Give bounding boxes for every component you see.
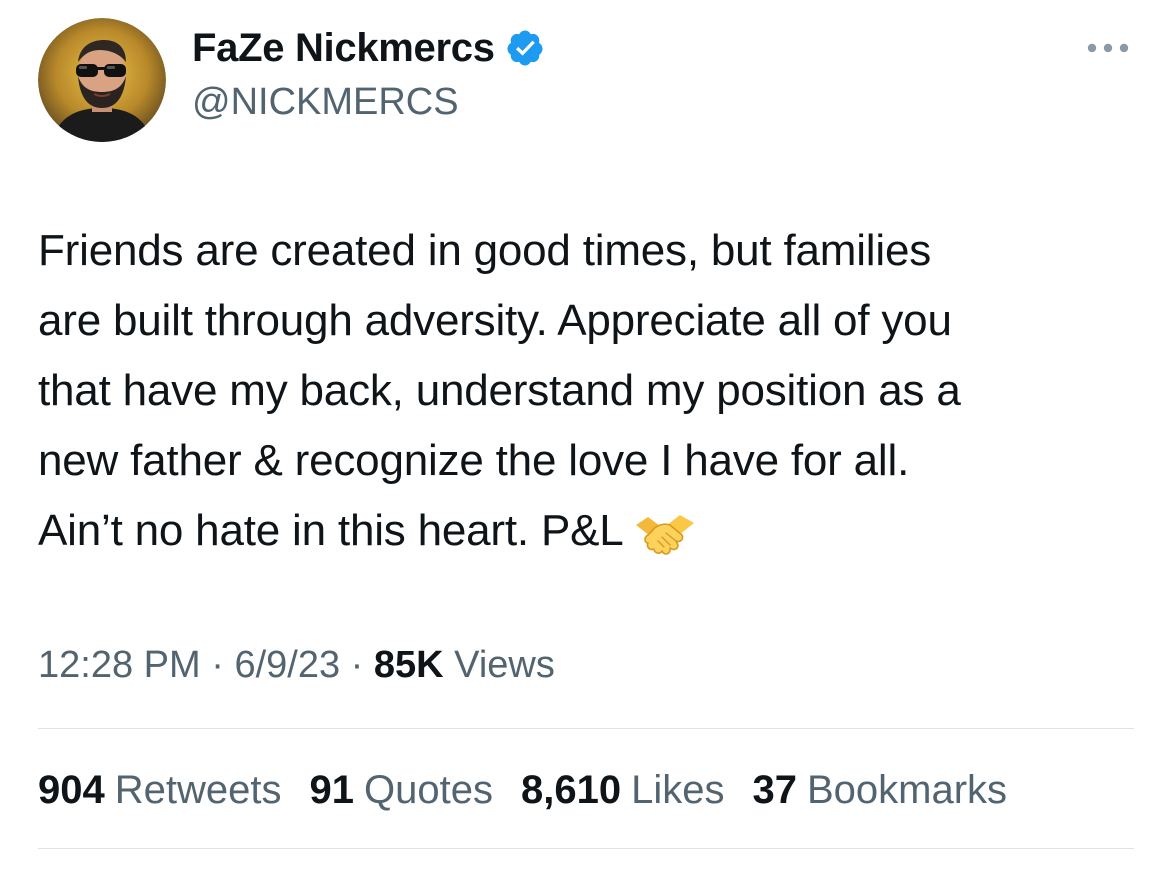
avatar-image [38, 18, 166, 142]
author-display-name-row: FaZe Nickmercs [192, 26, 545, 70]
tweet-text-line-last: Ain’t no hate in this heart. P&L [38, 496, 1138, 566]
quotes-count: 91 [309, 768, 355, 812]
author-display-name[interactable]: FaZe Nickmercs [192, 26, 495, 70]
more-options-button[interactable] [1082, 36, 1134, 60]
verified-badge-icon [505, 28, 545, 68]
tweet-meta: 12:28 PM · 6/9/23 · 85K Views [38, 640, 555, 690]
quotes-label: Quotes [364, 768, 493, 812]
tweet-text: Friends are created in good times, but f… [38, 216, 1138, 566]
bookmarks-count: 37 [752, 768, 797, 812]
meta-separator: · [350, 644, 364, 686]
views-label: Views [454, 644, 555, 686]
divider [38, 848, 1134, 849]
likes-count: 8,610 [520, 768, 622, 812]
likes-label: Likes [631, 768, 725, 812]
avatar[interactable] [38, 18, 166, 142]
retweets-count: 904 [38, 768, 105, 812]
tweet-time[interactable]: 12:28 PM [38, 644, 201, 686]
tweet-text-line: new father & recognize the love I have f… [38, 436, 910, 485]
more-options-icon [1087, 43, 1129, 53]
tweet-text-line: are built through adversity. Appreciate … [38, 296, 952, 345]
meta-separator: · [211, 644, 224, 686]
retweets-label: Retweets [114, 768, 282, 812]
bookmarks-stat[interactable]: 37 Bookmarks [752, 764, 1007, 816]
retweets-stat[interactable]: 904 Retweets [38, 764, 282, 816]
tweet-text-line-content: Ain’t no hate in this heart. P&L [38, 506, 624, 555]
engagement-stats: 904 Retweets 91 Quotes 8,610 Likes 37 Bookma… [38, 764, 1007, 816]
author-handle[interactable]: @NICKMERCS [192, 80, 459, 124]
tweet-text-line: Friends are created in good times, but f… [38, 226, 932, 275]
likes-stat[interactable]: 8,610 Likes [521, 764, 725, 816]
divider [38, 728, 1134, 729]
quotes-stat[interactable]: 91 Quotes [310, 764, 493, 816]
tweet-date[interactable]: 6/9/23 [234, 644, 340, 686]
handshake-emoji-icon [634, 507, 696, 557]
bookmarks-label: Bookmarks [806, 768, 1008, 812]
tweet-text-line: that have my back, understand my positio… [38, 366, 961, 415]
views-count: 85K [373, 644, 444, 686]
